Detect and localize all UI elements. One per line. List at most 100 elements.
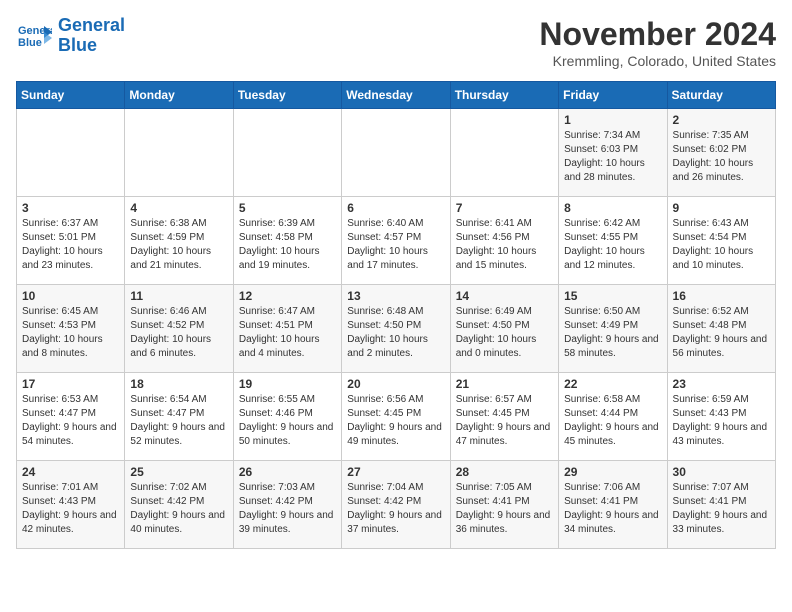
cell-info: Sunrise: 6:40 AM Sunset: 4:57 PM Dayligh… bbox=[347, 217, 444, 273]
day-number: 5 bbox=[239, 201, 336, 215]
calendar-cell: 19 Sunrise: 6:55 AM Sunset: 4:46 PM Dayli… bbox=[233, 373, 341, 461]
calendar-cell bbox=[125, 109, 233, 197]
day-number: 12 bbox=[239, 289, 336, 303]
cell-info: Sunrise: 6:53 AM Sunset: 4:47 PM Dayligh… bbox=[22, 393, 119, 449]
calendar-row: 17 Sunrise: 6:53 AM Sunset: 4:47 PM Dayli… bbox=[17, 373, 776, 461]
calendar-cell bbox=[342, 109, 450, 197]
day-number: 15 bbox=[564, 289, 661, 303]
cell-info: Sunrise: 7:34 AM Sunset: 6:03 PM Dayligh… bbox=[564, 129, 661, 185]
calendar-table: SundayMondayTuesdayWednesdayThursdayFrid… bbox=[16, 81, 776, 549]
cell-info: Sunrise: 7:02 AM Sunset: 4:42 PM Dayligh… bbox=[130, 481, 227, 537]
logo-line1: General bbox=[58, 15, 125, 35]
calendar-cell: 3 Sunrise: 6:37 AM Sunset: 5:01 PM Daylig… bbox=[17, 197, 125, 285]
day-number: 19 bbox=[239, 377, 336, 391]
day-number: 2 bbox=[673, 113, 770, 127]
day-number: 10 bbox=[22, 289, 119, 303]
cell-info: Sunrise: 6:50 AM Sunset: 4:49 PM Dayligh… bbox=[564, 305, 661, 361]
logo: General Blue General Blue bbox=[16, 16, 125, 56]
calendar-cell: 5 Sunrise: 6:39 AM Sunset: 4:58 PM Daylig… bbox=[233, 197, 341, 285]
day-number: 4 bbox=[130, 201, 227, 215]
day-number: 18 bbox=[130, 377, 227, 391]
calendar-cell: 15 Sunrise: 6:50 AM Sunset: 4:49 PM Dayli… bbox=[559, 285, 667, 373]
header-day: Monday bbox=[125, 82, 233, 109]
day-number: 29 bbox=[564, 465, 661, 479]
calendar-cell: 22 Sunrise: 6:58 AM Sunset: 4:44 PM Dayli… bbox=[559, 373, 667, 461]
day-number: 27 bbox=[347, 465, 444, 479]
cell-info: Sunrise: 6:41 AM Sunset: 4:56 PM Dayligh… bbox=[456, 217, 553, 273]
day-number: 25 bbox=[130, 465, 227, 479]
cell-info: Sunrise: 6:39 AM Sunset: 4:58 PM Dayligh… bbox=[239, 217, 336, 273]
title-block: November 2024 Kremmling, Colorado, Unite… bbox=[539, 16, 776, 69]
calendar-cell: 28Sunrise: 7:05 AM Sunset: 4:41 PM Dayli… bbox=[450, 461, 558, 549]
day-number: 21 bbox=[456, 377, 553, 391]
cell-info: Sunrise: 7:03 AM Sunset: 4:42 PM Dayligh… bbox=[239, 481, 336, 537]
calendar-header: SundayMondayTuesdayWednesdayThursdayFrid… bbox=[17, 82, 776, 109]
calendar-cell: 9Sunrise: 6:43 AM Sunset: 4:54 PM Daylig… bbox=[667, 197, 775, 285]
calendar-cell: 6 Sunrise: 6:40 AM Sunset: 4:57 PM Daylig… bbox=[342, 197, 450, 285]
day-number: 17 bbox=[22, 377, 119, 391]
logo-text: General Blue bbox=[58, 16, 125, 56]
calendar-cell: 7Sunrise: 6:41 AM Sunset: 4:56 PM Daylig… bbox=[450, 197, 558, 285]
calendar-cell: 26 Sunrise: 7:03 AM Sunset: 4:42 PM Dayli… bbox=[233, 461, 341, 549]
calendar-cell: 17 Sunrise: 6:53 AM Sunset: 4:47 PM Dayli… bbox=[17, 373, 125, 461]
cell-info: Sunrise: 6:49 AM Sunset: 4:50 PM Dayligh… bbox=[456, 305, 553, 361]
page-header: General Blue General Blue November 2024 … bbox=[16, 16, 776, 69]
day-number: 16 bbox=[673, 289, 770, 303]
day-number: 6 bbox=[347, 201, 444, 215]
day-number: 8 bbox=[564, 201, 661, 215]
cell-info: Sunrise: 6:54 AM Sunset: 4:47 PM Dayligh… bbox=[130, 393, 227, 449]
calendar-cell: 13 Sunrise: 6:48 AM Sunset: 4:50 PM Dayli… bbox=[342, 285, 450, 373]
header-row: SundayMondayTuesdayWednesdayThursdayFrid… bbox=[17, 82, 776, 109]
cell-info: Sunrise: 6:56 AM Sunset: 4:45 PM Dayligh… bbox=[347, 393, 444, 449]
calendar-cell: 27 Sunrise: 7:04 AM Sunset: 4:42 PM Dayli… bbox=[342, 461, 450, 549]
cell-info: Sunrise: 6:58 AM Sunset: 4:44 PM Dayligh… bbox=[564, 393, 661, 449]
header-day: Sunday bbox=[17, 82, 125, 109]
calendar-row: 1Sunrise: 7:34 AM Sunset: 6:03 PM Daylig… bbox=[17, 109, 776, 197]
day-number: 24 bbox=[22, 465, 119, 479]
calendar-cell: 14Sunrise: 6:49 AM Sunset: 4:50 PM Dayli… bbox=[450, 285, 558, 373]
cell-info: Sunrise: 6:46 AM Sunset: 4:52 PM Dayligh… bbox=[130, 305, 227, 361]
logo-icon: General Blue bbox=[16, 18, 52, 54]
calendar-cell: 4 Sunrise: 6:38 AM Sunset: 4:59 PM Daylig… bbox=[125, 197, 233, 285]
calendar-cell: 29 Sunrise: 7:06 AM Sunset: 4:41 PM Dayli… bbox=[559, 461, 667, 549]
cell-info: Sunrise: 7:06 AM Sunset: 4:41 PM Dayligh… bbox=[564, 481, 661, 537]
calendar-row: 10 Sunrise: 6:45 AM Sunset: 4:53 PM Dayli… bbox=[17, 285, 776, 373]
calendar-cell: 2 Sunrise: 7:35 AM Sunset: 6:02 PM Daylig… bbox=[667, 109, 775, 197]
calendar-cell: 11Sunrise: 6:46 AM Sunset: 4:52 PM Dayli… bbox=[125, 285, 233, 373]
cell-info: Sunrise: 6:37 AM Sunset: 5:01 PM Dayligh… bbox=[22, 217, 119, 273]
cell-info: Sunrise: 6:45 AM Sunset: 4:53 PM Dayligh… bbox=[22, 305, 119, 361]
month-title: November 2024 bbox=[539, 16, 776, 53]
day-number: 3 bbox=[22, 201, 119, 215]
calendar-cell: 21 Sunrise: 6:57 AM Sunset: 4:45 PM Dayli… bbox=[450, 373, 558, 461]
cell-info: Sunrise: 6:38 AM Sunset: 4:59 PM Dayligh… bbox=[130, 217, 227, 273]
location: Kremmling, Colorado, United States bbox=[539, 53, 776, 69]
calendar-cell: 1Sunrise: 7:34 AM Sunset: 6:03 PM Daylig… bbox=[559, 109, 667, 197]
calendar-cell: 18 Sunrise: 6:54 AM Sunset: 4:47 PM Dayli… bbox=[125, 373, 233, 461]
calendar-row: 3 Sunrise: 6:37 AM Sunset: 5:01 PM Daylig… bbox=[17, 197, 776, 285]
day-number: 22 bbox=[564, 377, 661, 391]
day-number: 23 bbox=[673, 377, 770, 391]
header-day: Saturday bbox=[667, 82, 775, 109]
calendar-cell: 10 Sunrise: 6:45 AM Sunset: 4:53 PM Dayli… bbox=[17, 285, 125, 373]
cell-info: Sunrise: 6:42 AM Sunset: 4:55 PM Dayligh… bbox=[564, 217, 661, 273]
calendar-cell bbox=[233, 109, 341, 197]
calendar-cell: 30Sunrise: 7:07 AM Sunset: 4:41 PM Dayli… bbox=[667, 461, 775, 549]
cell-info: Sunrise: 6:55 AM Sunset: 4:46 PM Dayligh… bbox=[239, 393, 336, 449]
calendar-body: 1Sunrise: 7:34 AM Sunset: 6:03 PM Daylig… bbox=[17, 109, 776, 549]
calendar-cell bbox=[17, 109, 125, 197]
calendar-cell bbox=[450, 109, 558, 197]
cell-info: Sunrise: 6:57 AM Sunset: 4:45 PM Dayligh… bbox=[456, 393, 553, 449]
header-day: Thursday bbox=[450, 82, 558, 109]
cell-info: Sunrise: 7:35 AM Sunset: 6:02 PM Dayligh… bbox=[673, 129, 770, 185]
calendar-cell: 25 Sunrise: 7:02 AM Sunset: 4:42 PM Dayli… bbox=[125, 461, 233, 549]
day-number: 13 bbox=[347, 289, 444, 303]
header-day: Friday bbox=[559, 82, 667, 109]
calendar-cell: 24 Sunrise: 7:01 AM Sunset: 4:43 PM Dayli… bbox=[17, 461, 125, 549]
calendar-cell: 12Sunrise: 6:47 AM Sunset: 4:51 PM Dayli… bbox=[233, 285, 341, 373]
day-number: 26 bbox=[239, 465, 336, 479]
cell-info: Sunrise: 6:48 AM Sunset: 4:50 PM Dayligh… bbox=[347, 305, 444, 361]
cell-info: Sunrise: 7:04 AM Sunset: 4:42 PM Dayligh… bbox=[347, 481, 444, 537]
calendar-cell: 20Sunrise: 6:56 AM Sunset: 4:45 PM Dayli… bbox=[342, 373, 450, 461]
day-number: 28 bbox=[456, 465, 553, 479]
cell-info: Sunrise: 7:01 AM Sunset: 4:43 PM Dayligh… bbox=[22, 481, 119, 537]
